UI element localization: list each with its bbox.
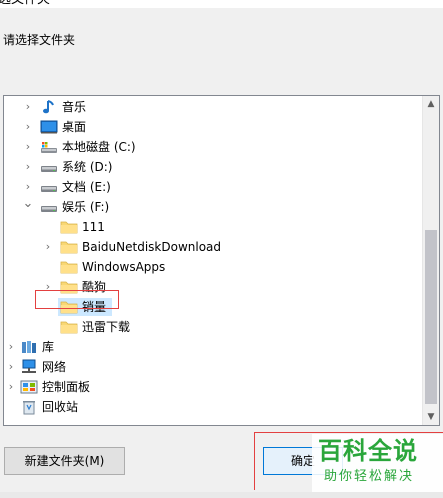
chevron-right-icon[interactable]: ›: [5, 377, 17, 397]
watermark-sub: 助你轻松解决: [324, 469, 415, 484]
tree-item[interactable]: › 网络: [4, 357, 422, 377]
new-folder-button[interactable]: 新建文件夹(M): [4, 447, 125, 475]
folder-icon: [60, 259, 78, 275]
chevron-right-icon[interactable]: ›: [22, 157, 34, 177]
tree-item-label: 库: [42, 340, 55, 354]
chevron-right-icon[interactable]: ›: [22, 117, 34, 137]
control-panel-icon: [20, 379, 38, 395]
tree-item-label: 桌面: [62, 120, 87, 134]
drive-icon: [40, 199, 58, 215]
chevron-right-icon[interactable]: ›: [5, 357, 17, 377]
tree-item[interactable]: › 系统 (D:): [4, 157, 422, 177]
recycle-bin-icon: [20, 399, 38, 415]
watermark-main: 百科全说: [318, 437, 418, 465]
bottom-edge: [0, 492, 443, 498]
system-drive-icon: [40, 139, 58, 155]
tree-item-label: 回收站: [42, 400, 79, 414]
tree-item[interactable]: › 桌面: [4, 117, 422, 137]
chevron-right-icon[interactable]: ›: [22, 177, 34, 197]
chevron-right-icon[interactable]: ›: [22, 97, 34, 117]
watermark: 百科全说 助你轻松解决: [312, 434, 443, 498]
chevron-down-icon[interactable]: ⌄: [22, 197, 34, 217]
chevron-right-icon[interactable]: ›: [42, 237, 54, 257]
tree-item[interactable]: › 本地磁盘 (C:): [4, 137, 422, 157]
library-icon: [20, 339, 38, 355]
dialog-title: 选文件夹: [0, 0, 50, 8]
tree-item[interactable]: 迅雷下载: [4, 317, 422, 337]
title-bar: 选文件夹: [0, 0, 443, 8]
tree-item-label: 系统 (D:): [62, 160, 113, 174]
tree-item[interactable]: › 音乐: [4, 97, 422, 117]
dialog-prompt: 请选择文件夹: [3, 33, 76, 47]
scroll-thumb[interactable]: [425, 230, 437, 404]
network-icon: [20, 359, 38, 375]
tree-item-label: BaiduNetdiskDownload: [82, 240, 222, 254]
drive-icon: [40, 159, 58, 175]
tree-item[interactable]: › 文档 (E:): [4, 177, 422, 197]
tree-item[interactable]: 回收站: [4, 397, 422, 417]
chevron-right-icon[interactable]: ›: [22, 137, 34, 157]
tree-item-label: 文档 (E:): [62, 180, 111, 194]
tree-item-label: 音乐: [62, 100, 87, 114]
vertical-scrollbar[interactable]: ▲ ▼: [422, 96, 439, 425]
tree-item[interactable]: ⌄ 娱乐 (F:): [4, 197, 422, 217]
annotation-box-selected-folder: [35, 290, 119, 309]
tree-item-label: 控制面板: [42, 380, 91, 394]
desktop-icon: [40, 119, 58, 135]
tree-item-label: 网络: [42, 360, 67, 374]
tree-item-label: 本地磁盘 (C:): [62, 140, 136, 154]
drive-icon: [40, 179, 58, 195]
chevron-right-icon[interactable]: ›: [5, 337, 17, 357]
tree-item[interactable]: WindowsApps: [4, 257, 422, 277]
folder-tree[interactable]: › 音乐 › 桌面 › 本地磁盘 (C:) › 系统 (D:) › 文档 (E:) ⌄ 娱乐 (F:)…: [3, 95, 440, 426]
folder-icon: [60, 239, 78, 255]
tree-item-label: 111: [82, 220, 105, 234]
tree-item[interactable]: › 控制面板: [4, 377, 422, 397]
music-note-icon: [40, 99, 58, 115]
tree-item[interactable]: › BaiduNetdiskDownload: [4, 237, 422, 257]
scroll-down-arrow-icon[interactable]: ▼: [423, 409, 439, 425]
folder-icon: [60, 319, 78, 335]
scroll-up-arrow-icon[interactable]: ▲: [423, 96, 439, 112]
tree-item[interactable]: › 库: [4, 337, 422, 357]
tree-item-label: 娱乐 (F:): [62, 200, 110, 214]
tree-item-label: 迅雷下载: [82, 320, 131, 334]
folder-icon: [60, 219, 78, 235]
tree-item[interactable]: 111: [4, 217, 422, 237]
tree-item-label: WindowsApps: [82, 260, 166, 274]
